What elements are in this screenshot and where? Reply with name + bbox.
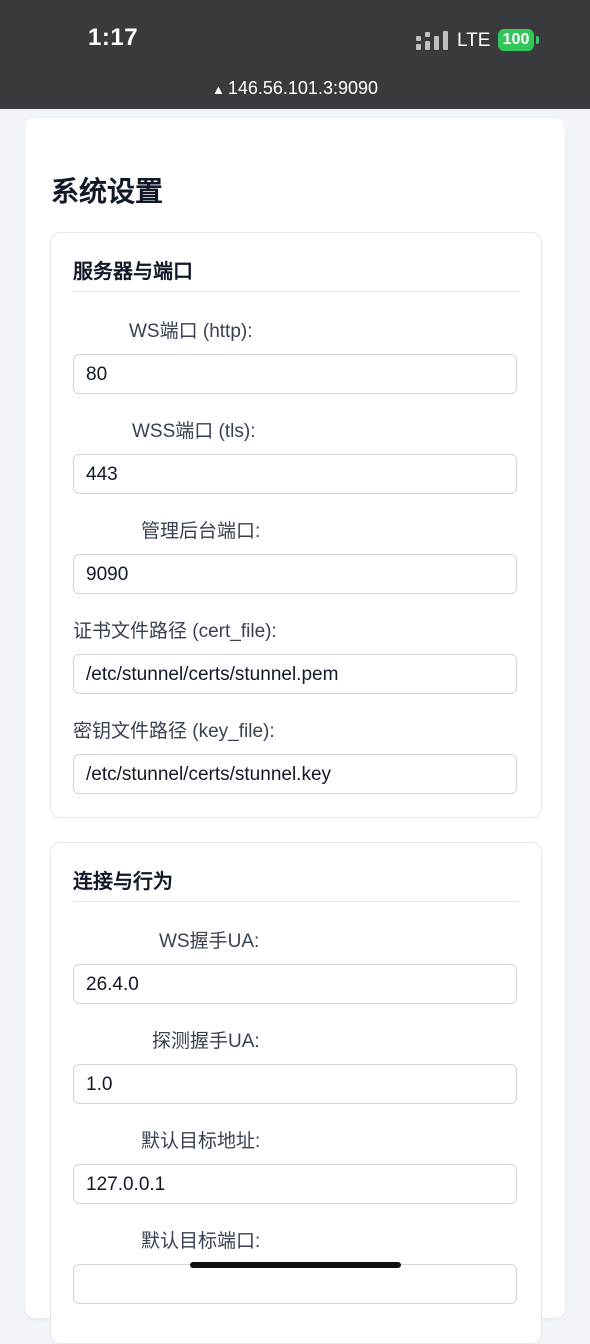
section-server-ports: 服务器与端口 WS端口 (http): 80 WSS端口 (tls): 443 … [50, 232, 542, 818]
section-divider [73, 291, 519, 292]
status-bar: 1:17 LTE 100 ▲ 146.56.101.3:9090 [0, 0, 590, 109]
network-type: LTE [457, 30, 491, 51]
default-target-port-input[interactable] [73, 1264, 517, 1304]
signal-icon [416, 31, 448, 50]
warning-icon: ▲ [211, 82, 225, 97]
default-target-address-input[interactable]: 127.0.0.1 [73, 1164, 517, 1204]
settings-card: 系统设置 服务器与端口 WS端口 (http): 80 WSS端口 (tls):… [25, 118, 565, 1344]
wss-port-label: WSS端口 (tls): [132, 421, 256, 442]
page-title: 系统设置 [51, 175, 164, 208]
ws-port-label: WS端口 (http): [129, 321, 253, 342]
default-target-port-label: 默认目标端口: [141, 1231, 261, 1252]
section-connection-behavior: 连接与行为 WS握手UA: 26.4.0 探测握手UA: 1.0 默认目标地址:… [50, 842, 542, 1344]
home-indicator [190, 1262, 401, 1268]
address-url: 146.56.101.3:9090 [227, 78, 379, 98]
admin-port-label: 管理后台端口: [141, 521, 261, 542]
key-file-label: 密钥文件路径 (key_file): [73, 721, 275, 742]
cert-file-input[interactable]: /etc/stunnel/certs/stunnel.pem [73, 654, 517, 694]
default-target-address-label: 默认目标地址: [141, 1131, 261, 1152]
battery-icon: 100 [498, 29, 534, 51]
ws-port-input[interactable]: 80 [73, 354, 517, 394]
section-title: 连接与行为 [73, 869, 173, 893]
status-time: 1:17 [88, 24, 139, 51]
probe-handshake-ua-label: 探测握手UA: [152, 1031, 260, 1052]
address-bar[interactable]: ▲ 146.56.101.3:9090 [0, 78, 590, 99]
ws-handshake-ua-input[interactable]: 26.4.0 [73, 964, 517, 1004]
cert-file-label: 证书文件路径 (cert_file): [73, 621, 277, 642]
ws-handshake-ua-label: WS握手UA: [159, 931, 260, 952]
key-file-input[interactable]: /etc/stunnel/certs/stunnel.key [73, 754, 517, 794]
section-divider [73, 901, 519, 902]
probe-handshake-ua-input[interactable]: 1.0 [73, 1064, 517, 1104]
admin-port-input[interactable]: 9090 [73, 554, 517, 594]
wss-port-input[interactable]: 443 [73, 454, 517, 494]
battery-cap [536, 36, 539, 44]
section-title: 服务器与端口 [73, 259, 193, 283]
